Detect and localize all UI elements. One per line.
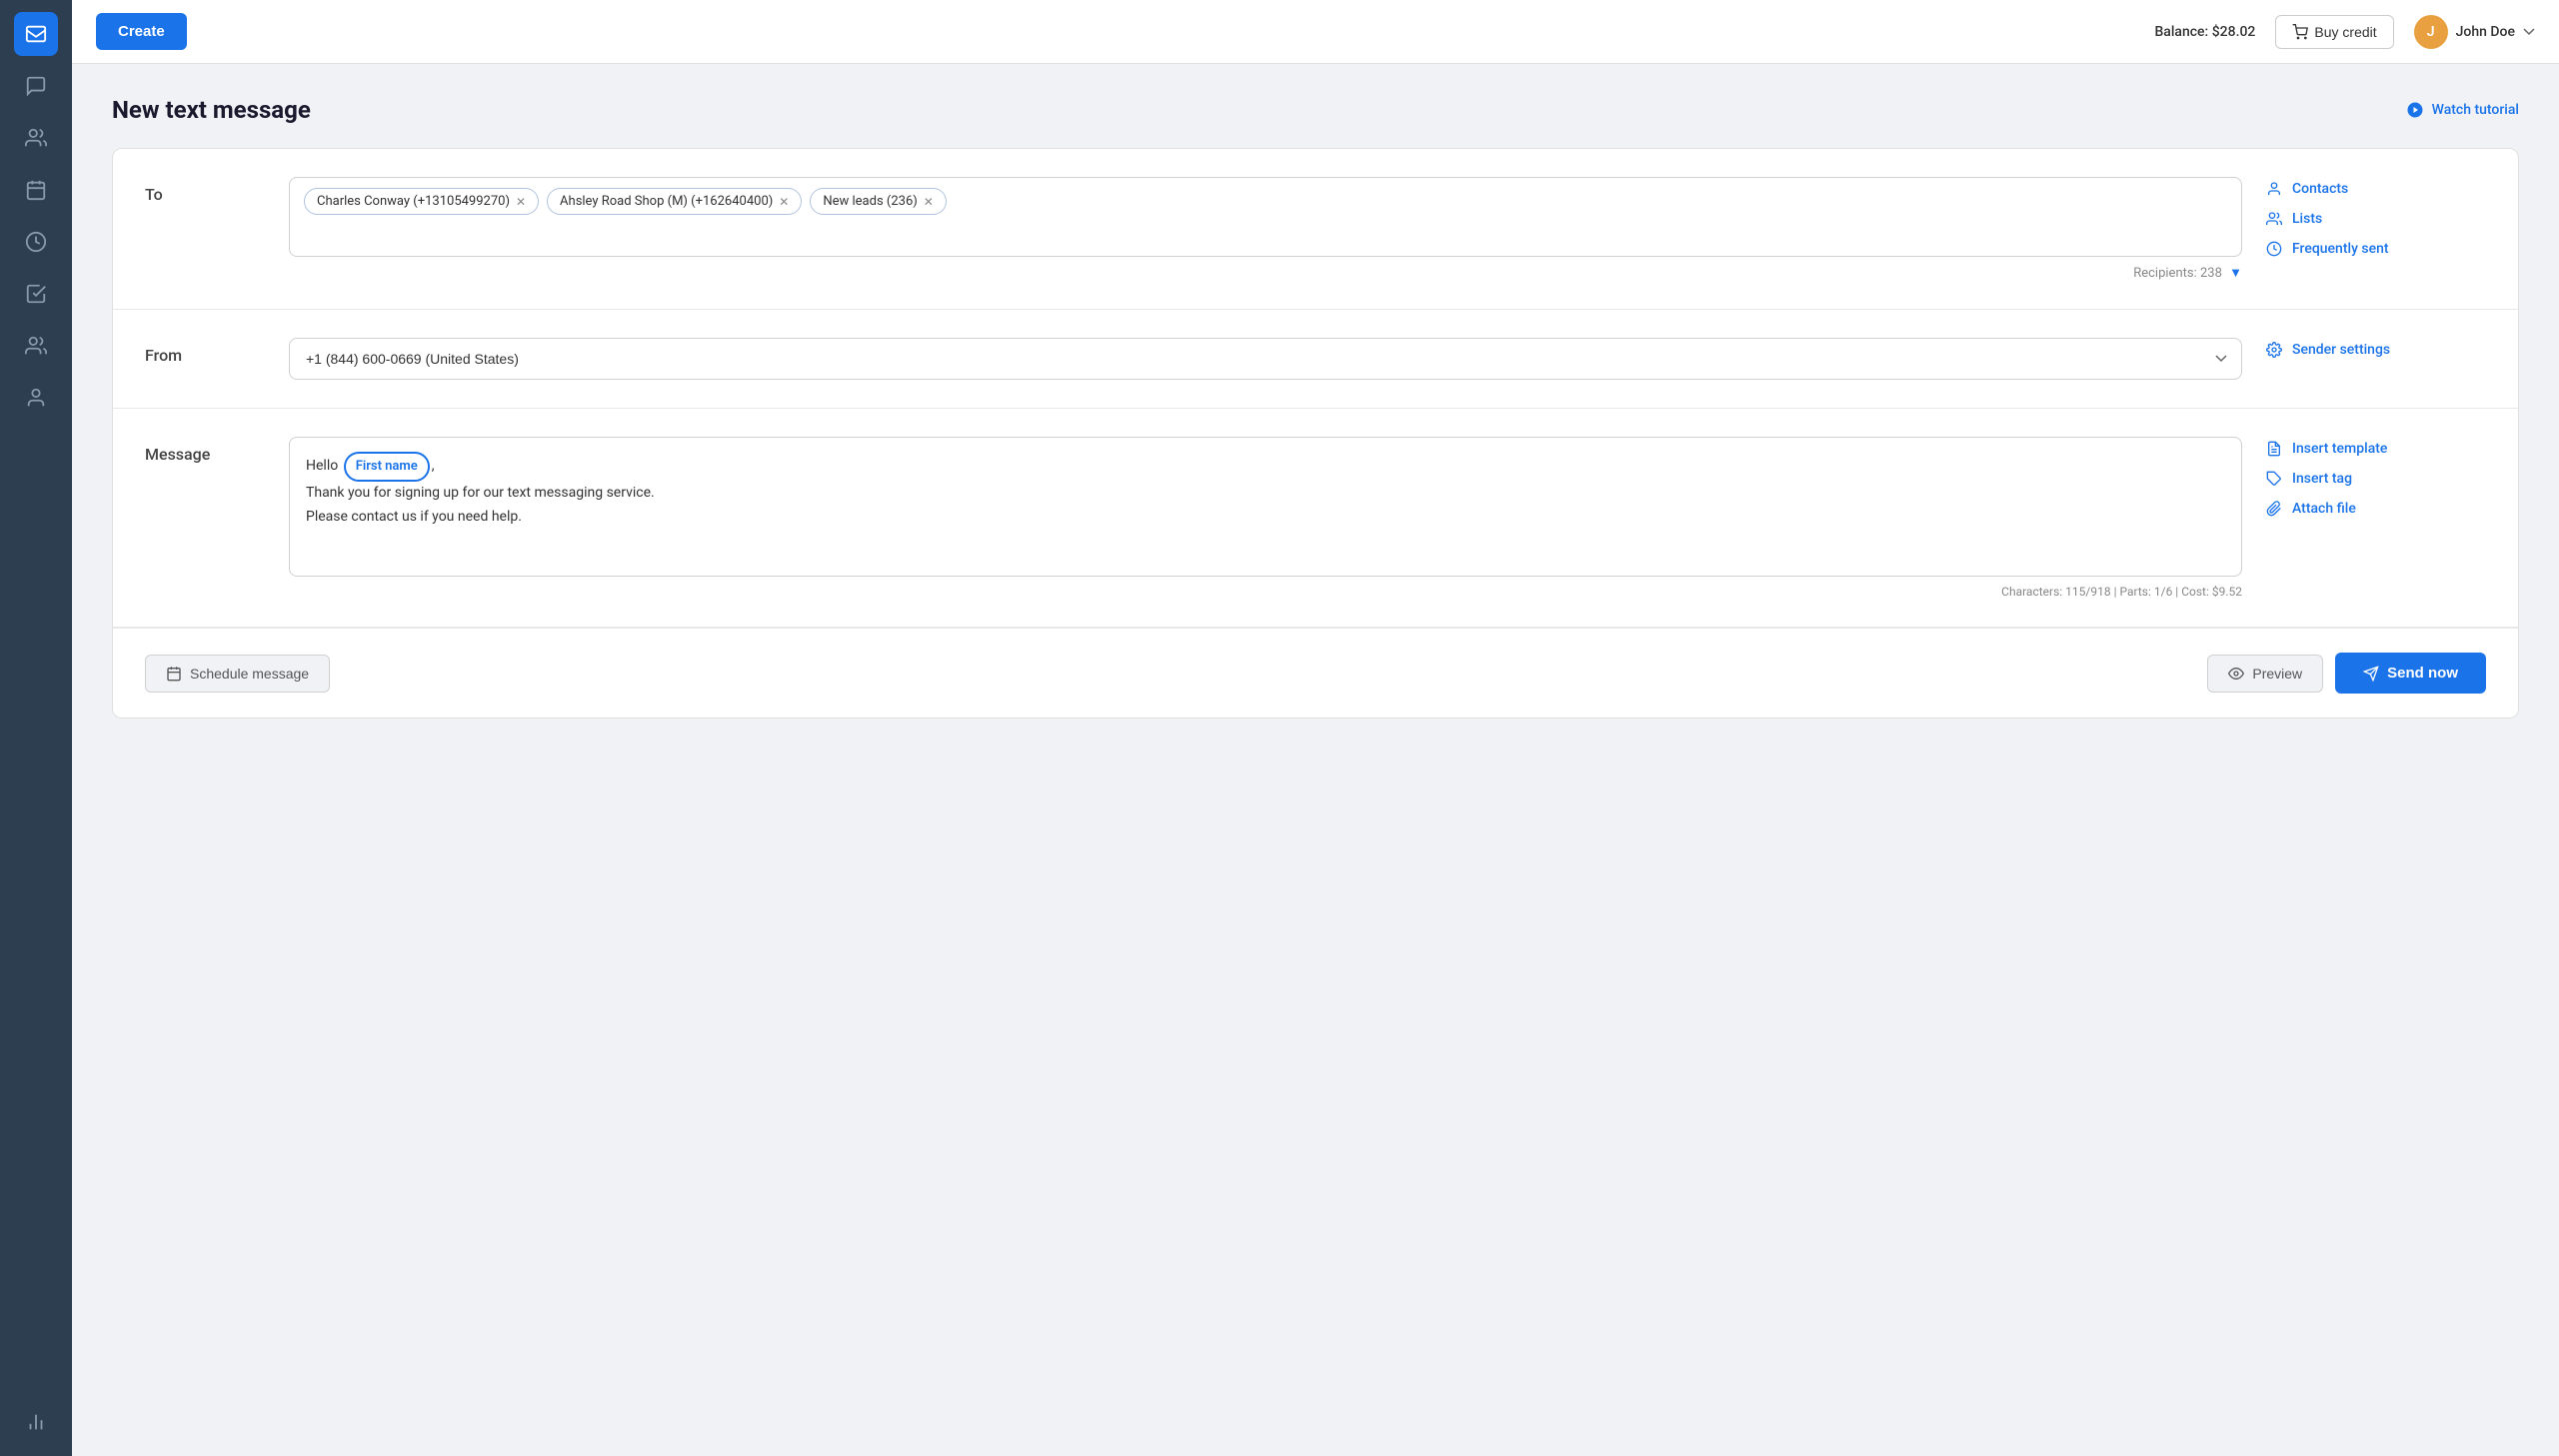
- recipients-container[interactable]: Charles Conway (+13105499270) ✕ Ahsley R…: [289, 177, 2242, 257]
- topbar-left: Create: [96, 13, 187, 50]
- play-icon: [2406, 101, 2424, 119]
- attach-file-label: Attach file: [2292, 501, 2356, 517]
- buy-credit-button[interactable]: Buy credit: [2275, 15, 2393, 49]
- message-body-line2: Please contact us if you need help.: [306, 509, 522, 525]
- sidebar-icon-calendar[interactable]: [14, 168, 58, 212]
- message-hello: Hello: [306, 458, 342, 474]
- watch-tutorial-label: Watch tutorial: [2432, 102, 2519, 118]
- tag-remove-ahsley[interactable]: ✕: [779, 196, 789, 208]
- form-card: To Charles Conway (+13105499270) ✕ Ahsle…: [112, 148, 2519, 719]
- send-now-button[interactable]: Send now: [2335, 653, 2486, 694]
- user-name: John Doe: [2456, 24, 2515, 40]
- lists-link[interactable]: Lists: [2266, 211, 2486, 227]
- sidebar-icon-messages[interactable]: [14, 64, 58, 108]
- balance-display: Balance: $28.02: [2154, 24, 2255, 40]
- attach-file-link[interactable]: Attach file: [2266, 501, 2486, 517]
- sidebar-icon-compose[interactable]: [14, 12, 58, 56]
- template-icon: [2266, 441, 2282, 457]
- message-body-line1: Thank you for signing up for our text me…: [306, 485, 655, 501]
- right-actions: Preview Send now: [2207, 653, 2486, 694]
- tag-remove-newleads[interactable]: ✕: [924, 196, 934, 208]
- sidebar-icon-contacts[interactable]: [14, 116, 58, 160]
- insert-template-link[interactable]: Insert template: [2266, 441, 2486, 457]
- char-info: Characters: 115/918 | Parts: 1/6 | Cost:…: [289, 585, 2242, 599]
- preview-button[interactable]: Preview: [2207, 655, 2323, 693]
- send-icon: [2363, 666, 2379, 682]
- insert-template-label: Insert template: [2292, 441, 2387, 457]
- frequently-sent-link[interactable]: Frequently sent: [2266, 241, 2486, 257]
- create-button[interactable]: Create: [96, 13, 187, 50]
- sidebar-icon-history[interactable]: [14, 220, 58, 264]
- tag-remove-charles[interactable]: ✕: [516, 196, 526, 208]
- contacts-label: Contacts: [2292, 181, 2348, 197]
- message-preview[interactable]: Hello First name, Thank you for signing …: [289, 437, 2242, 577]
- schedule-button[interactable]: Schedule message: [145, 655, 330, 693]
- recipients-count: Recipients: 238 ▼: [289, 265, 2242, 281]
- buy-credit-label: Buy credit: [2314, 24, 2376, 40]
- to-label: To: [145, 177, 265, 281]
- sidebar: [0, 0, 72, 1456]
- page-title: New text message: [112, 96, 311, 124]
- watch-tutorial-link[interactable]: Watch tutorial: [2406, 101, 2519, 119]
- insert-tag-label: Insert tag: [2292, 471, 2352, 487]
- topbar-right: Balance: $28.02 Buy credit J John Doe: [2154, 15, 2535, 49]
- recipient-tag-charles: Charles Conway (+13105499270) ✕: [304, 188, 539, 215]
- sidebar-icon-tasks[interactable]: [14, 272, 58, 316]
- calendar-icon: [166, 666, 182, 682]
- sidebar-icon-team[interactable]: [14, 324, 58, 368]
- message-comma: ,: [432, 458, 435, 474]
- from-section: From +1 (844) 600-0669 (United States) S…: [113, 310, 2518, 409]
- bottom-actions: Schedule message Preview Send now: [113, 628, 2518, 718]
- message-section: Message Hello First name, Thank you for …: [113, 409, 2518, 628]
- sidebar-icon-profile[interactable]: [14, 376, 58, 420]
- recipients-dropdown-icon[interactable]: ▼: [2229, 266, 2242, 281]
- chevron-down-icon: [2523, 26, 2535, 38]
- page-header: New text message Watch tutorial: [112, 96, 2519, 124]
- cart-icon: [2292, 24, 2308, 40]
- first-name-tag[interactable]: First name: [344, 452, 430, 482]
- from-sidebar-actions: Sender settings: [2266, 338, 2486, 380]
- paperclip-icon: [2266, 501, 2282, 517]
- tag-name-charles: Charles Conway (+13105499270): [317, 194, 510, 209]
- topbar: Create Balance: $28.02 Buy credit J John…: [72, 0, 2559, 64]
- user-menu[interactable]: J John Doe: [2414, 15, 2535, 49]
- contacts-link[interactable]: Contacts: [2266, 181, 2486, 197]
- sender-settings-link[interactable]: Sender settings: [2266, 342, 2486, 358]
- from-select[interactable]: +1 (844) 600-0669 (United States): [289, 338, 2242, 380]
- person-icon: [2266, 181, 2282, 197]
- send-label: Send now: [2387, 665, 2458, 682]
- message-input-area: Hello First name, Thank you for signing …: [289, 437, 2242, 599]
- sender-settings-label: Sender settings: [2292, 342, 2390, 358]
- main-content: Create Balance: $28.02 Buy credit J John…: [72, 0, 2559, 1456]
- recipient-tag-newleads: New leads (236) ✕: [810, 188, 947, 215]
- schedule-label: Schedule message: [190, 666, 309, 682]
- tag-name-newleads: New leads (236): [823, 194, 917, 209]
- tag-name-ahsley: Ahsley Road Shop (M) (+162640400): [560, 194, 773, 209]
- frequently-sent-label: Frequently sent: [2292, 241, 2389, 257]
- insert-tag-link[interactable]: Insert tag: [2266, 471, 2486, 487]
- to-sidebar-actions: Contacts Lists Frequently sent: [2266, 177, 2486, 281]
- to-input-area: Charles Conway (+13105499270) ✕ Ahsley R…: [289, 177, 2242, 281]
- list-icon: [2266, 211, 2282, 227]
- sidebar-icon-analytics[interactable]: [14, 1400, 58, 1444]
- clock-icon: [2266, 241, 2282, 257]
- from-input-area: +1 (844) 600-0669 (United States): [289, 338, 2242, 380]
- preview-label: Preview: [2252, 666, 2302, 682]
- avatar: J: [2414, 15, 2448, 49]
- tag-icon: [2266, 471, 2282, 487]
- message-sidebar-actions: Insert template Insert tag Attach file: [2266, 437, 2486, 599]
- eye-icon: [2228, 666, 2244, 682]
- to-section: To Charles Conway (+13105499270) ✕ Ahsle…: [113, 149, 2518, 310]
- page-body: New text message Watch tutorial To Charl…: [72, 64, 2559, 1456]
- recipient-tag-ahsley: Ahsley Road Shop (M) (+162640400) ✕: [547, 188, 802, 215]
- from-label: From: [145, 338, 265, 380]
- gear-icon: [2266, 342, 2282, 358]
- message-label: Message: [145, 437, 265, 599]
- lists-label: Lists: [2292, 211, 2322, 227]
